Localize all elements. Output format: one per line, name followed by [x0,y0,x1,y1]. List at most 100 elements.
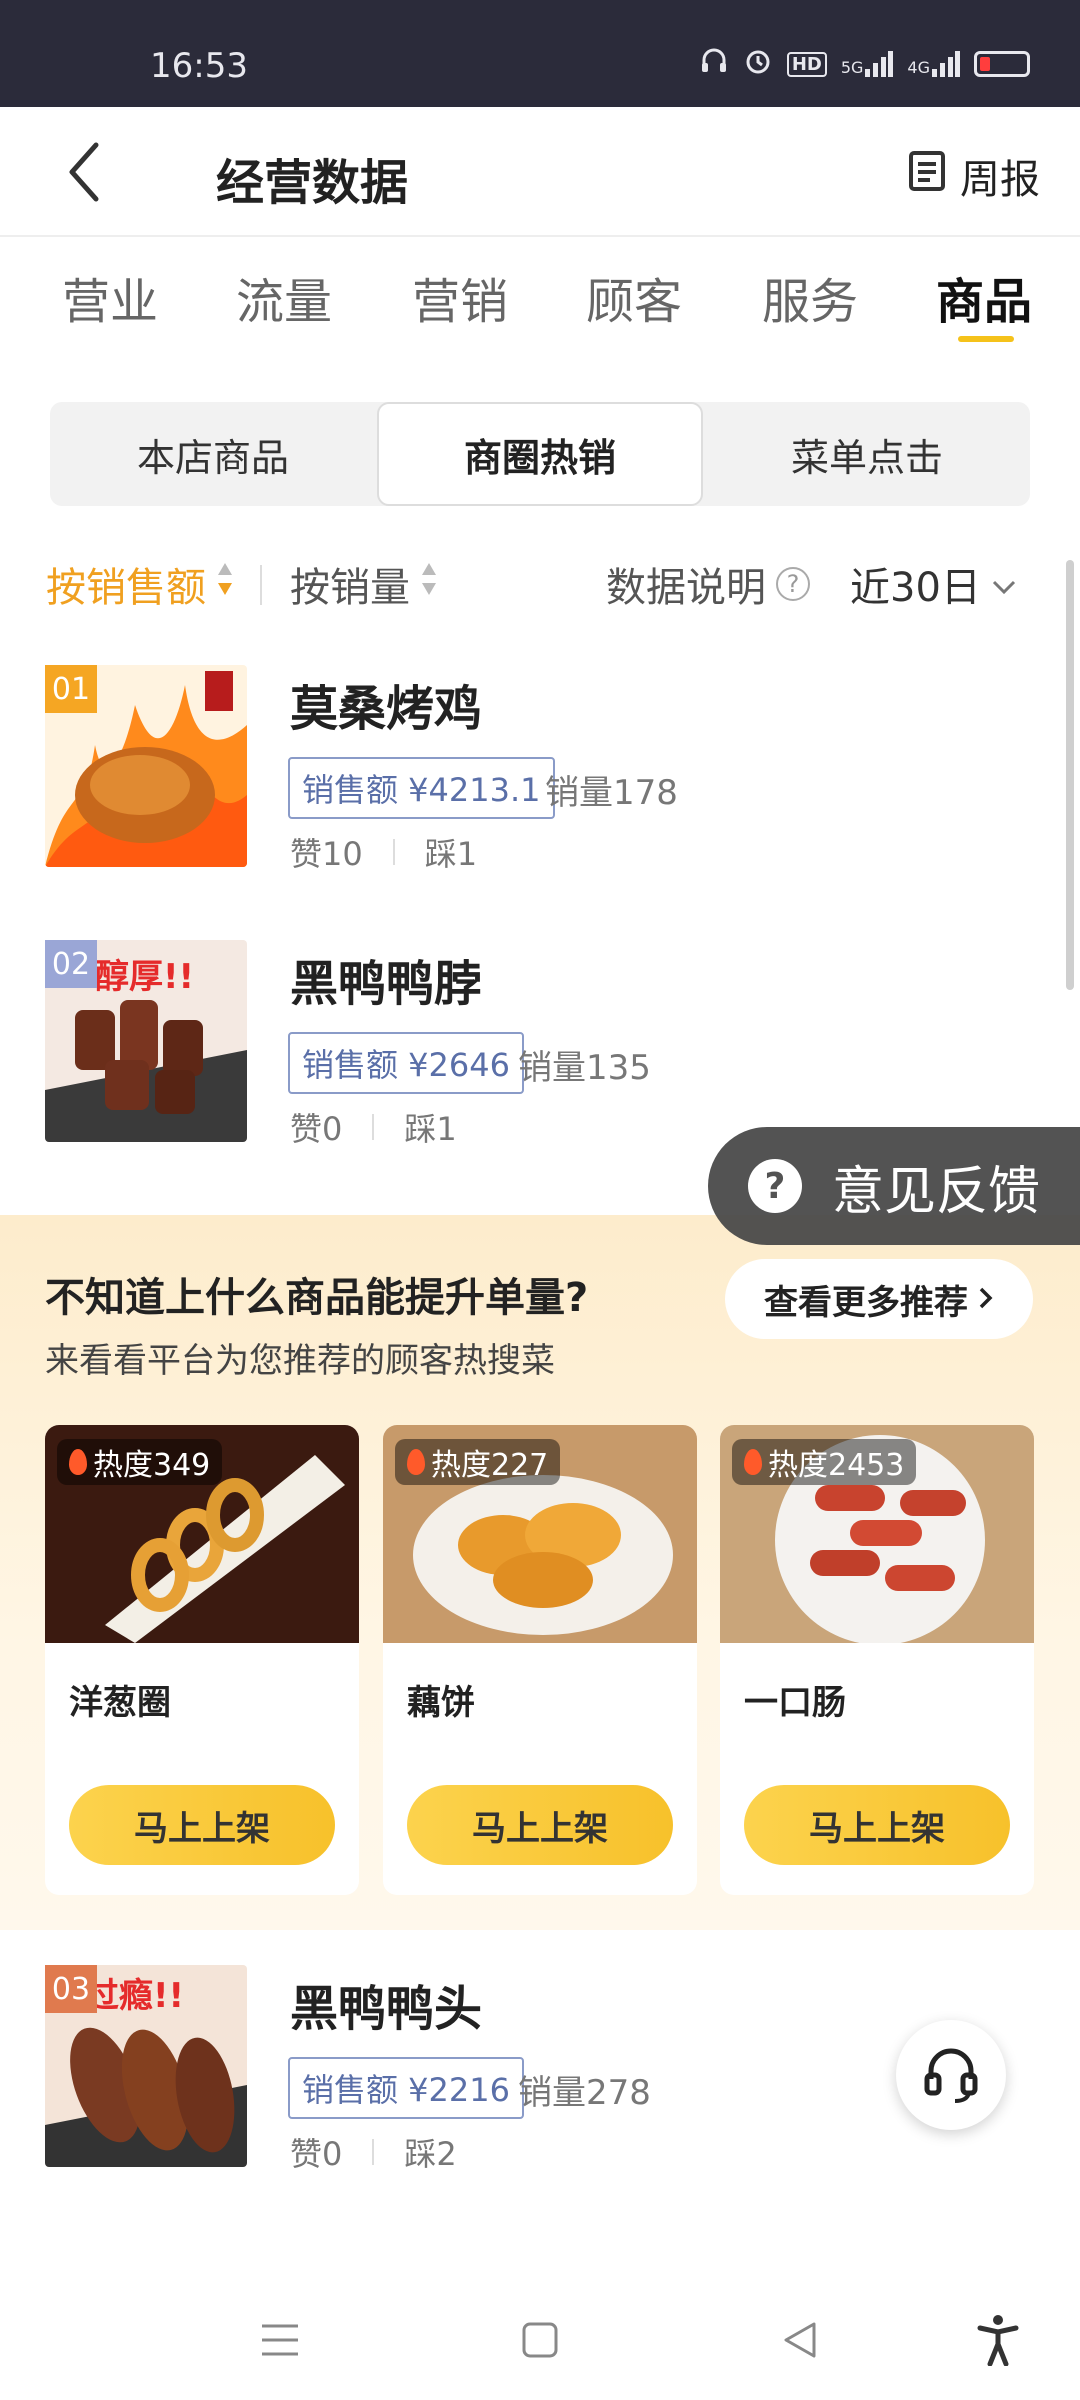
dislikes-count: 踩1 [404,1110,457,1148]
list-now-button[interactable]: 马上上架 [407,1785,673,1865]
date-range-label: 近30日 [850,565,981,611]
alarm-icon [743,46,773,82]
product-item[interactable]: 01 莫桑烤鸡 销售额 ¥4213.1 销量178 赞10 踩1 [0,665,1080,875]
reaction-divider [372,2139,375,2165]
back-arrow-icon[interactable] [60,137,110,207]
5g-signal-icon: 5G [841,51,894,77]
sales-amount-badge: 销售额 ¥4213.1 [288,757,555,819]
heat-badge: 热度2453 [732,1439,917,1485]
rank-badge: 03 [45,1965,97,2013]
home-icon[interactable] [510,2310,570,2370]
headset-icon [919,2041,983,2109]
product-name: 黑鸭鸭头 [290,1981,483,2037]
likes-count: 赞0 [290,1110,343,1148]
sales-amount-badge: 销售额 ¥2646 [288,1032,524,1094]
question-icon: ? [748,1159,802,1213]
segment-area-hot[interactable]: 商圈热销 [377,402,703,506]
page-title: 经营数据 [216,155,409,211]
sort-arrows-icon [420,561,438,607]
recommend-card[interactable]: 热度349 洋葱圈 马上上架 [45,1425,359,1895]
flame-icon [744,1449,762,1475]
more-recommendations-button[interactable]: 查看更多推荐 [725,1259,1033,1339]
likes-count: 赞10 [290,835,363,873]
battery-low-icon [974,51,1030,77]
product-item[interactable]: 醇厚!! 02 黑鸭鸭脖 销售额 ¥2646 销量135 赞0 踩1 [0,940,1080,1150]
flame-icon [407,1449,425,1475]
status-bar: 16:53 HD 5G 4G [0,0,1080,107]
dish-name: 一口肠 [744,1683,846,1723]
chevron-down-icon [991,561,1017,607]
dislikes-count: 踩1 [424,835,478,873]
sales-volume: 销量135 [518,1048,651,1088]
sales-volume: 销量278 [518,2073,651,2113]
accessibility-icon[interactable] [968,2310,1028,2370]
product-reactions: 赞10 踩1 [290,829,477,875]
heat-value: 热度2453 [768,1448,905,1483]
status-time: 16:53 [150,46,248,86]
tab-service[interactable]: 服务 [762,262,858,332]
svg-text:醇厚!!: 醇厚!! [95,957,194,997]
status-icons: HD 5G 4G [699,46,1030,82]
list-now-button[interactable]: 马上上架 [69,1785,335,1865]
data-note-label: 数据说明 [606,565,766,611]
heat-value: 热度349 [93,1448,211,1483]
dislikes-count: 踩2 [404,2135,457,2173]
sales-amount-badge: 销售额 ¥2216 [288,2057,524,2119]
tab-business[interactable]: 营业 [62,262,158,332]
product-reactions: 赞0 踩1 [290,1104,457,1150]
heat-badge: 热度349 [57,1439,223,1485]
menu-icon[interactable] [250,2310,310,2370]
reaction-divider [372,1114,375,1140]
tab-marketing[interactable]: 营销 [412,262,508,332]
top-tabs: 营业 流量 营销 顾客 服务 商品 [0,250,1080,350]
report-icon [908,150,946,202]
segment-store-products[interactable]: 本店商品 [50,402,376,506]
product-name: 黑鸭鸭脖 [290,956,483,1012]
4g-signal-icon: 4G [907,51,960,77]
system-nav-bar [0,2270,1080,2400]
app-header: 经营数据 周报 [0,107,1080,237]
segmented-control: 本店商品 商圈热销 菜单点击 [50,402,1030,506]
rank-badge: 01 [45,665,97,713]
active-tab-indicator [958,336,1014,342]
sort-divider [260,565,262,605]
heat-value: 热度227 [431,1448,549,1483]
tab-customers[interactable]: 顾客 [586,262,682,332]
sort-by-amount[interactable]: 按销售额 [46,555,234,613]
dish-name: 藕饼 [407,1683,475,1723]
sort-by-amount-label: 按销售额 [46,565,206,611]
sort-arrows-icon [216,561,234,607]
weekly-report-button[interactable]: 周报 [908,147,1040,205]
sort-by-volume-label: 按销量 [290,565,410,611]
sales-volume: 销量178 [545,773,678,813]
reaction-divider [392,839,395,865]
tab-products[interactable]: 商品 [936,262,1032,332]
recommendation-banner: 不知道上什么商品能提升单量? 来看看平台为您推荐的顾客热搜菜 查看更多推荐 热度… [0,1215,1080,1930]
recommend-card[interactable]: 热度227 藕饼 马上上架 [383,1425,697,1895]
heat-badge: 热度227 [395,1439,561,1485]
product-name: 莫桑烤鸡 [290,681,483,737]
customer-service-button[interactable] [896,2020,1006,2130]
flame-icon [69,1449,87,1475]
data-note-button[interactable]: 数据说明 ? [606,555,810,613]
help-icon: ? [776,567,810,601]
likes-count: 赞0 [290,2135,343,2173]
headset-icon [699,46,729,82]
recommendation-subtitle: 来看看平台为您推荐的顾客热搜菜 [45,1341,555,1381]
hd-icon: HD [786,51,827,77]
tab-traffic[interactable]: 流量 [236,262,332,332]
rank-badge: 02 [45,940,97,988]
feedback-button[interactable]: ? 意见反馈 [708,1127,1080,1245]
date-range-select[interactable]: 近30日 [850,555,1017,613]
segment-menu-clicks[interactable]: 菜单点击 [704,402,1030,506]
back-icon[interactable] [770,2310,830,2370]
more-recommendations-label: 查看更多推荐 [764,1282,968,1323]
sort-row: 按销售额 按销量 数据说明 ? 近30日 [0,555,1080,615]
list-now-button[interactable]: 马上上架 [744,1785,1010,1865]
feedback-label: 意见反馈 [832,1161,1041,1222]
chevron-right-icon [978,1279,994,1319]
sort-by-volume[interactable]: 按销量 [290,555,438,613]
recommendation-title: 不知道上什么商品能提升单量? [45,1275,589,1321]
recommend-card[interactable]: 热度2453 一口肠 马上上架 [720,1425,1034,1895]
weekly-report-label: 周报 [960,157,1040,203]
